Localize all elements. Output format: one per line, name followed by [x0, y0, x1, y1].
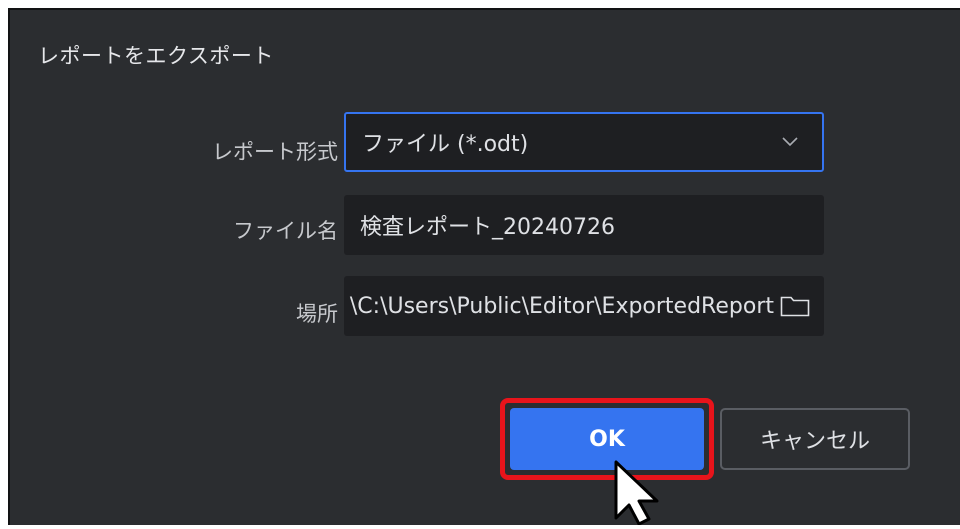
dialog-title: レポートをエクスポート [38, 44, 274, 68]
file-name-label: ファイル名 [233, 219, 338, 243]
cancel-button[interactable]: キャンセル [720, 408, 910, 470]
folder-icon[interactable] [780, 293, 810, 319]
file-name-value: 検査レポート_20240726 [360, 215, 615, 240]
location-value: C:\Users\Public\Editor\ExportedReport\ [349, 293, 774, 319]
file-name-input[interactable]: 検査レポート_20240726 [344, 195, 824, 255]
location-label: 場所 [296, 302, 338, 326]
report-format-value: ファイル (*.odt) [362, 132, 529, 157]
report-format-select[interactable]: ファイル (*.odt) [344, 112, 824, 172]
chevron-down-icon[interactable] [780, 132, 800, 152]
location-input[interactable]: C:\Users\Public\Editor\ExportedReport\ [344, 276, 824, 336]
mouse-cursor-icon [612, 460, 672, 526]
report-format-label: レポート形式 [212, 140, 338, 164]
ok-button-highlight [500, 398, 714, 480]
